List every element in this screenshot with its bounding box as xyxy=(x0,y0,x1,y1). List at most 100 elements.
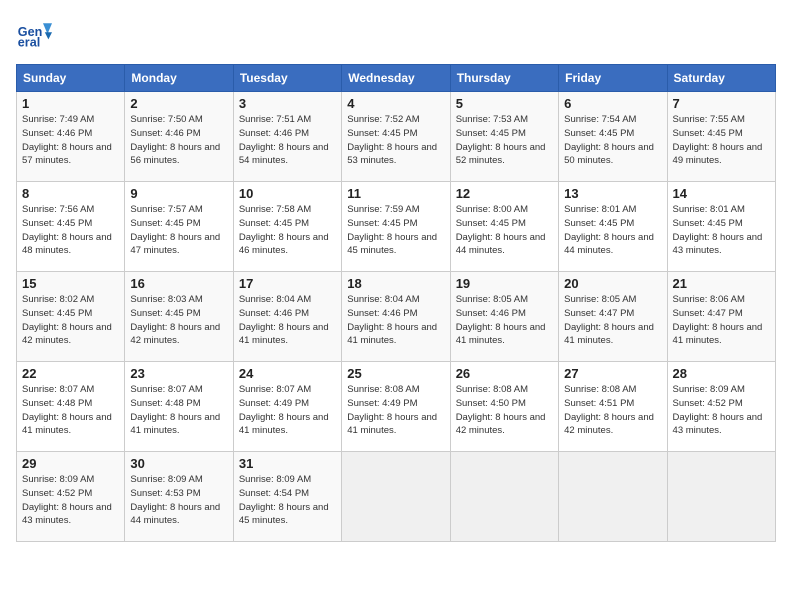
calendar-cell: 27 Sunrise: 8:08 AMSunset: 4:51 PMDaylig… xyxy=(559,362,667,452)
logo-icon: Gen eral xyxy=(16,16,52,52)
calendar-cell: 16 Sunrise: 8:03 AMSunset: 4:45 PMDaylig… xyxy=(125,272,233,362)
day-info: Sunrise: 8:00 AMSunset: 4:45 PMDaylight:… xyxy=(456,203,553,258)
day-number: 13 xyxy=(564,186,661,201)
svg-text:eral: eral xyxy=(18,36,40,50)
calendar-cell: 22 Sunrise: 8:07 AMSunset: 4:48 PMDaylig… xyxy=(17,362,125,452)
day-info: Sunrise: 7:53 AMSunset: 4:45 PMDaylight:… xyxy=(456,113,553,168)
day-info: Sunrise: 8:07 AMSunset: 4:48 PMDaylight:… xyxy=(22,383,119,438)
calendar-cell: 9 Sunrise: 7:57 AMSunset: 4:45 PMDayligh… xyxy=(125,182,233,272)
day-number: 3 xyxy=(239,96,336,111)
day-info: Sunrise: 8:08 AMSunset: 4:50 PMDaylight:… xyxy=(456,383,553,438)
calendar-cell xyxy=(450,452,558,542)
day-number: 6 xyxy=(564,96,661,111)
calendar-cell xyxy=(342,452,450,542)
calendar-week-row-4: 22 Sunrise: 8:07 AMSunset: 4:48 PMDaylig… xyxy=(17,362,776,452)
day-number: 19 xyxy=(456,276,553,291)
day-info: Sunrise: 7:49 AMSunset: 4:46 PMDaylight:… xyxy=(22,113,119,168)
calendar-cell: 28 Sunrise: 8:09 AMSunset: 4:52 PMDaylig… xyxy=(667,362,775,452)
calendar-cell: 18 Sunrise: 8:04 AMSunset: 4:46 PMDaylig… xyxy=(342,272,450,362)
day-number: 11 xyxy=(347,186,444,201)
day-number: 16 xyxy=(130,276,227,291)
calendar-cell xyxy=(667,452,775,542)
day-number: 26 xyxy=(456,366,553,381)
day-info: Sunrise: 8:07 AMSunset: 4:49 PMDaylight:… xyxy=(239,383,336,438)
day-info: Sunrise: 8:05 AMSunset: 4:46 PMDaylight:… xyxy=(456,293,553,348)
day-number: 4 xyxy=(347,96,444,111)
day-number: 7 xyxy=(673,96,770,111)
day-number: 17 xyxy=(239,276,336,291)
day-number: 9 xyxy=(130,186,227,201)
day-info: Sunrise: 8:01 AMSunset: 4:45 PMDaylight:… xyxy=(673,203,770,258)
day-info: Sunrise: 7:57 AMSunset: 4:45 PMDaylight:… xyxy=(130,203,227,258)
day-number: 29 xyxy=(22,456,119,471)
day-info: Sunrise: 7:52 AMSunset: 4:45 PMDaylight:… xyxy=(347,113,444,168)
day-number: 18 xyxy=(347,276,444,291)
day-number: 12 xyxy=(456,186,553,201)
logo: Gen eral xyxy=(16,16,56,52)
day-number: 8 xyxy=(22,186,119,201)
day-number: 28 xyxy=(673,366,770,381)
calendar-cell: 13 Sunrise: 8:01 AMSunset: 4:45 PMDaylig… xyxy=(559,182,667,272)
calendar-cell: 5 Sunrise: 7:53 AMSunset: 4:45 PMDayligh… xyxy=(450,92,558,182)
day-number: 2 xyxy=(130,96,227,111)
day-info: Sunrise: 8:09 AMSunset: 4:52 PMDaylight:… xyxy=(673,383,770,438)
day-info: Sunrise: 8:06 AMSunset: 4:47 PMDaylight:… xyxy=(673,293,770,348)
calendar-cell: 17 Sunrise: 8:04 AMSunset: 4:46 PMDaylig… xyxy=(233,272,341,362)
day-info: Sunrise: 8:04 AMSunset: 4:46 PMDaylight:… xyxy=(347,293,444,348)
day-info: Sunrise: 8:08 AMSunset: 4:51 PMDaylight:… xyxy=(564,383,661,438)
day-number: 14 xyxy=(673,186,770,201)
calendar-cell: 20 Sunrise: 8:05 AMSunset: 4:47 PMDaylig… xyxy=(559,272,667,362)
calendar-cell: 1 Sunrise: 7:49 AMSunset: 4:46 PMDayligh… xyxy=(17,92,125,182)
day-info: Sunrise: 8:09 AMSunset: 4:52 PMDaylight:… xyxy=(22,473,119,528)
calendar-cell: 30 Sunrise: 8:09 AMSunset: 4:53 PMDaylig… xyxy=(125,452,233,542)
calendar-table: SundayMondayTuesdayWednesdayThursdayFrid… xyxy=(16,64,776,542)
day-info: Sunrise: 7:59 AMSunset: 4:45 PMDaylight:… xyxy=(347,203,444,258)
weekday-header-tuesday: Tuesday xyxy=(233,65,341,92)
calendar-cell: 24 Sunrise: 8:07 AMSunset: 4:49 PMDaylig… xyxy=(233,362,341,452)
calendar-cell: 25 Sunrise: 8:08 AMSunset: 4:49 PMDaylig… xyxy=(342,362,450,452)
day-info: Sunrise: 7:54 AMSunset: 4:45 PMDaylight:… xyxy=(564,113,661,168)
calendar-cell: 2 Sunrise: 7:50 AMSunset: 4:46 PMDayligh… xyxy=(125,92,233,182)
day-info: Sunrise: 7:50 AMSunset: 4:46 PMDaylight:… xyxy=(130,113,227,168)
day-number: 5 xyxy=(456,96,553,111)
calendar-cell: 23 Sunrise: 8:07 AMSunset: 4:48 PMDaylig… xyxy=(125,362,233,452)
weekday-header-sunday: Sunday xyxy=(17,65,125,92)
day-number: 22 xyxy=(22,366,119,381)
calendar-cell: 6 Sunrise: 7:54 AMSunset: 4:45 PMDayligh… xyxy=(559,92,667,182)
calendar-cell: 11 Sunrise: 7:59 AMSunset: 4:45 PMDaylig… xyxy=(342,182,450,272)
day-info: Sunrise: 7:55 AMSunset: 4:45 PMDaylight:… xyxy=(673,113,770,168)
weekday-header-wednesday: Wednesday xyxy=(342,65,450,92)
calendar-week-row-5: 29 Sunrise: 8:09 AMSunset: 4:52 PMDaylig… xyxy=(17,452,776,542)
day-info: Sunrise: 8:05 AMSunset: 4:47 PMDaylight:… xyxy=(564,293,661,348)
day-info: Sunrise: 7:58 AMSunset: 4:45 PMDaylight:… xyxy=(239,203,336,258)
calendar-cell: 15 Sunrise: 8:02 AMSunset: 4:45 PMDaylig… xyxy=(17,272,125,362)
day-number: 27 xyxy=(564,366,661,381)
day-number: 30 xyxy=(130,456,227,471)
day-info: Sunrise: 8:07 AMSunset: 4:48 PMDaylight:… xyxy=(130,383,227,438)
day-number: 15 xyxy=(22,276,119,291)
day-info: Sunrise: 7:56 AMSunset: 4:45 PMDaylight:… xyxy=(22,203,119,258)
page-header: Gen eral xyxy=(16,16,776,52)
day-info: Sunrise: 8:02 AMSunset: 4:45 PMDaylight:… xyxy=(22,293,119,348)
weekday-header-friday: Friday xyxy=(559,65,667,92)
day-number: 23 xyxy=(130,366,227,381)
calendar-cell xyxy=(559,452,667,542)
calendar-cell: 8 Sunrise: 7:56 AMSunset: 4:45 PMDayligh… xyxy=(17,182,125,272)
day-info: Sunrise: 7:51 AMSunset: 4:46 PMDaylight:… xyxy=(239,113,336,168)
day-info: Sunrise: 8:01 AMSunset: 4:45 PMDaylight:… xyxy=(564,203,661,258)
weekday-header-monday: Monday xyxy=(125,65,233,92)
calendar-week-row-2: 8 Sunrise: 7:56 AMSunset: 4:45 PMDayligh… xyxy=(17,182,776,272)
day-number: 10 xyxy=(239,186,336,201)
day-number: 31 xyxy=(239,456,336,471)
day-info: Sunrise: 8:04 AMSunset: 4:46 PMDaylight:… xyxy=(239,293,336,348)
calendar-cell: 29 Sunrise: 8:09 AMSunset: 4:52 PMDaylig… xyxy=(17,452,125,542)
calendar-cell: 14 Sunrise: 8:01 AMSunset: 4:45 PMDaylig… xyxy=(667,182,775,272)
calendar-cell: 3 Sunrise: 7:51 AMSunset: 4:46 PMDayligh… xyxy=(233,92,341,182)
day-number: 1 xyxy=(22,96,119,111)
weekday-header-saturday: Saturday xyxy=(667,65,775,92)
calendar-week-row-1: 1 Sunrise: 7:49 AMSunset: 4:46 PMDayligh… xyxy=(17,92,776,182)
day-info: Sunrise: 8:08 AMSunset: 4:49 PMDaylight:… xyxy=(347,383,444,438)
day-number: 24 xyxy=(239,366,336,381)
day-info: Sunrise: 8:09 AMSunset: 4:54 PMDaylight:… xyxy=(239,473,336,528)
calendar-cell: 10 Sunrise: 7:58 AMSunset: 4:45 PMDaylig… xyxy=(233,182,341,272)
